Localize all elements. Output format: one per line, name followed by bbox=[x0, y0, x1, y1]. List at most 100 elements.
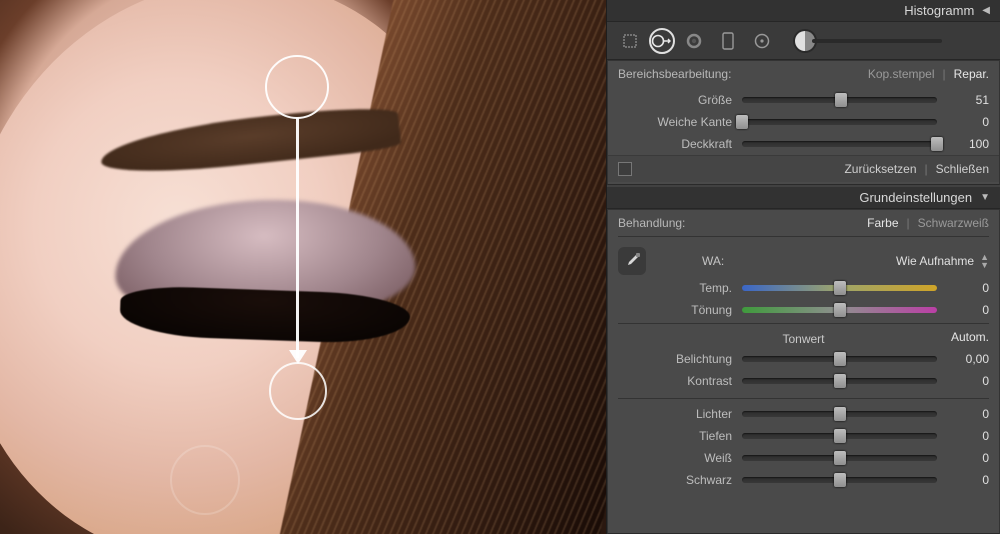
shadows-slider-row: Tiefen 0 bbox=[608, 425, 999, 447]
crop-tool[interactable] bbox=[615, 26, 645, 56]
feather-value[interactable]: 0 bbox=[945, 115, 989, 129]
updown-icon: ▲▼ bbox=[980, 253, 989, 269]
shadows-label: Tiefen bbox=[608, 429, 734, 443]
tint-label: Tönung bbox=[608, 303, 734, 317]
tone-section-text: Tonwert bbox=[782, 332, 824, 346]
spot-panel-toggle[interactable] bbox=[618, 162, 632, 176]
opacity-thumb[interactable] bbox=[931, 137, 943, 151]
temp-slider-row: Temp. 0 bbox=[608, 277, 999, 299]
tone-section-label: Tonwert Autom. bbox=[608, 328, 999, 348]
size-label: Größe bbox=[608, 93, 734, 107]
tint-slider-row: Tönung 0 bbox=[608, 299, 999, 321]
size-thumb[interactable] bbox=[835, 93, 847, 107]
exposure-value[interactable]: 0,00 bbox=[945, 352, 989, 366]
tint-value[interactable]: 0 bbox=[945, 303, 989, 317]
highlights-slider[interactable] bbox=[742, 411, 937, 417]
tint-thumb[interactable] bbox=[834, 303, 846, 317]
highlights-thumb[interactable] bbox=[834, 407, 846, 421]
spot-panel-actions: Zurücksetzen | Schließen bbox=[608, 155, 999, 182]
wb-eyedropper-button[interactable] bbox=[618, 247, 646, 275]
opacity-value[interactable]: 100 bbox=[945, 137, 989, 151]
close-button[interactable]: Schließen bbox=[936, 162, 989, 176]
contrast-slider[interactable] bbox=[742, 378, 937, 384]
whites-slider-row: Weiß 0 bbox=[608, 447, 999, 469]
basic-panel-header[interactable]: Grundeinstellungen ▼ bbox=[607, 187, 1000, 209]
histogram-panel-header[interactable]: Histogramm ◀ bbox=[607, 0, 1000, 22]
heal-connector-line bbox=[296, 118, 299, 358]
shadows-value[interactable]: 0 bbox=[945, 429, 989, 443]
blacks-label: Schwarz bbox=[608, 473, 734, 487]
size-slider[interactable] bbox=[742, 97, 937, 103]
feather-slider[interactable] bbox=[742, 119, 937, 125]
highlights-value[interactable]: 0 bbox=[945, 407, 989, 421]
divider bbox=[618, 323, 989, 324]
mode-separator: | bbox=[943, 67, 946, 81]
collapse-left-icon: ◀ bbox=[982, 5, 990, 16]
heal-source-circle[interactable] bbox=[265, 55, 329, 119]
shadows-slider[interactable] bbox=[742, 433, 937, 439]
size-value[interactable]: 51 bbox=[945, 93, 989, 107]
contrast-thumb[interactable] bbox=[834, 374, 846, 388]
red-eye-tool[interactable] bbox=[679, 26, 709, 56]
heal-cursor-ghost bbox=[170, 445, 240, 515]
feather-label: Weiche Kante bbox=[608, 115, 734, 129]
reset-button[interactable]: Zurücksetzen bbox=[844, 162, 916, 176]
whites-value[interactable]: 0 bbox=[945, 451, 989, 465]
blacks-slider[interactable] bbox=[742, 477, 937, 483]
contrast-label: Kontrast bbox=[608, 374, 734, 388]
mode-clone-tab[interactable]: Kop.stempel bbox=[868, 67, 935, 81]
tint-slider[interactable] bbox=[742, 307, 937, 313]
opacity-label: Deckkraft bbox=[608, 137, 734, 151]
blacks-thumb[interactable] bbox=[834, 473, 846, 487]
exposure-thumb[interactable] bbox=[834, 352, 846, 366]
blacks-value[interactable]: 0 bbox=[945, 473, 989, 487]
spot-panel-title: Bereichsbearbeitung: bbox=[618, 67, 731, 81]
contrast-value[interactable]: 0 bbox=[945, 374, 989, 388]
feather-slider-row: Weiche Kante 0 bbox=[608, 111, 999, 133]
develop-sidebar: Histogramm ◀ Bereichsbearbeitung: Kop.st… bbox=[606, 0, 1000, 534]
opacity-slider[interactable] bbox=[742, 141, 937, 147]
feather-thumb[interactable] bbox=[736, 115, 748, 129]
collapse-down-icon: ▼ bbox=[980, 192, 990, 203]
heal-target-circle[interactable] bbox=[269, 362, 327, 420]
treatment-label: Behandlung: bbox=[618, 216, 685, 230]
temp-label: Temp. bbox=[608, 281, 734, 295]
treatment-bw-tab[interactable]: Schwarzweiß bbox=[918, 216, 989, 230]
exposure-slider[interactable] bbox=[742, 356, 937, 362]
wb-dropdown-value: Wie Aufnahme bbox=[896, 254, 974, 268]
treatment-color-tab[interactable]: Farbe bbox=[867, 216, 898, 230]
exposure-label: Belichtung bbox=[608, 352, 734, 366]
whites-slider[interactable] bbox=[742, 455, 937, 461]
highlights-label: Lichter bbox=[608, 407, 734, 421]
mode-heal-tab[interactable]: Repar. bbox=[954, 67, 989, 81]
spot-removal-panel: Bereichsbearbeitung: Kop.stempel | Repar… bbox=[607, 60, 1000, 185]
temp-value[interactable]: 0 bbox=[945, 281, 989, 295]
wb-dropdown[interactable]: Wie Aufnahme ▲▼ bbox=[896, 253, 989, 269]
divider bbox=[618, 398, 989, 399]
contrast-slider-row: Kontrast 0 bbox=[608, 370, 999, 392]
divider bbox=[618, 236, 989, 237]
highlights-slider-row: Lichter 0 bbox=[608, 403, 999, 425]
exposure-quick-slider[interactable] bbox=[795, 31, 942, 51]
whites-thumb[interactable] bbox=[834, 451, 846, 465]
basic-panel-title: Grundeinstellungen bbox=[859, 190, 972, 205]
blacks-slider-row: Schwarz 0 bbox=[608, 469, 999, 491]
temp-slider[interactable] bbox=[742, 285, 937, 291]
size-slider-row: Größe 51 bbox=[608, 89, 999, 111]
shadows-thumb[interactable] bbox=[834, 429, 846, 443]
radial-filter-tool[interactable] bbox=[747, 26, 777, 56]
wb-label: WA: bbox=[702, 254, 724, 268]
whites-label: Weiß bbox=[608, 451, 734, 465]
spot-removal-tool[interactable] bbox=[649, 28, 675, 54]
white-balance-row: WA: Wie Aufnahme ▲▼ bbox=[608, 241, 999, 277]
basic-panel: Behandlung: Farbe | Schwarzweiß WA: Wie … bbox=[607, 209, 1000, 534]
opacity-slider-row: Deckkraft 100 bbox=[608, 133, 999, 155]
tool-strip bbox=[607, 22, 1000, 60]
exposure-knob-track bbox=[812, 39, 942, 43]
graduated-filter-tool[interactable] bbox=[713, 26, 743, 56]
image-canvas[interactable] bbox=[0, 0, 606, 534]
temp-thumb[interactable] bbox=[834, 281, 846, 295]
exposure-slider-row: Belichtung 0,00 bbox=[608, 348, 999, 370]
histogram-label: Histogramm bbox=[904, 3, 974, 18]
auto-tone-button[interactable]: Autom. bbox=[951, 330, 989, 344]
